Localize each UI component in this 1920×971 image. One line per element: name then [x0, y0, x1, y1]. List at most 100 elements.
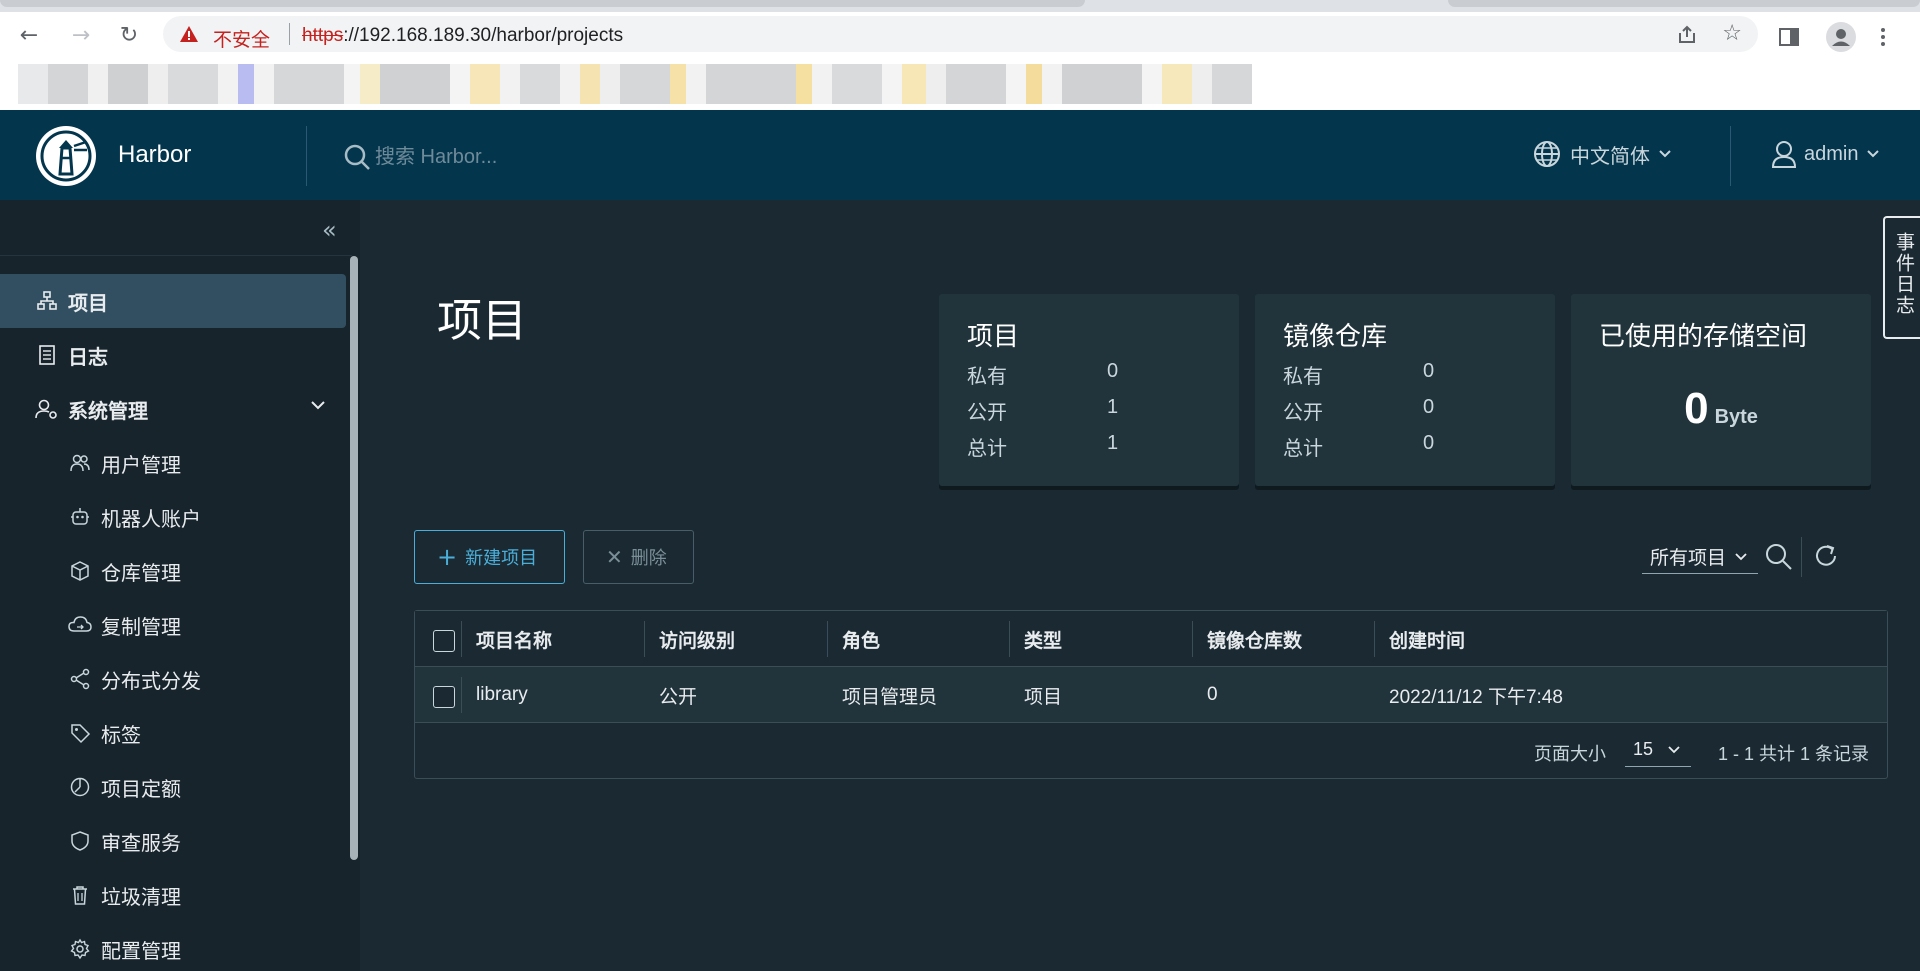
page-title: 项目 [437, 295, 528, 346]
sidebar-item-labels[interactable]: 标签 [0, 706, 346, 760]
sidebar-divider [0, 255, 352, 256]
warning-icon [180, 26, 198, 42]
card-row: 私有 0 [1283, 360, 1435, 388]
type: 项目 [1024, 686, 1063, 708]
sidebar-item-label: 分布式分发 [101, 670, 201, 693]
project-name-link[interactable]: library [476, 667, 528, 723]
sidebar-item-label: 仓库管理 [101, 562, 181, 585]
column-header[interactable]: 创建时间 [1389, 611, 1465, 667]
back-icon[interactable]: ← [16, 22, 42, 48]
sidebar-item-registries[interactable]: 仓库管理 [0, 544, 346, 598]
close-icon: ✕ [606, 545, 623, 569]
card-row: 公开 0 [1283, 396, 1435, 424]
replication-icon [67, 612, 93, 638]
event-log-tab[interactable]: 事件日志 [1883, 216, 1920, 339]
project-filter-select[interactable]: 所有项目 [1642, 540, 1758, 574]
registry-icon [67, 558, 93, 584]
select-all-checkbox[interactable] [433, 630, 455, 652]
card-row: 私有 0 [967, 360, 1119, 388]
language-label: 中文简体 [1570, 145, 1650, 168]
profile-icon[interactable] [1826, 22, 1856, 52]
column-header[interactable]: 镜像仓库数 [1207, 611, 1302, 667]
table-footer: 页面大小 15 1 - 1 共计 1 条记录 [415, 723, 1887, 779]
table-row[interactable]: library 公开 项目管理员 项目 0 2022/11/12 下午7:48 [415, 667, 1887, 723]
browser-tab[interactable] [1448, 0, 1920, 7]
share-icon[interactable] [1676, 24, 1698, 46]
search-icon[interactable] [1764, 542, 1794, 572]
column-header[interactable]: 类型 [1024, 611, 1062, 667]
column-header[interactable]: 角色 [842, 611, 880, 667]
language-selector[interactable]: 中文简体 [1532, 139, 1672, 169]
quota-icon [67, 774, 93, 800]
page-size-select[interactable]: 15 [1625, 733, 1691, 767]
scan-icon [67, 828, 93, 854]
collapse-sidebar-icon[interactable]: « [322, 216, 337, 244]
users-icon [67, 450, 93, 476]
chevron-down-icon [1867, 150, 1880, 158]
sidebar-item-logs[interactable]: 日志 [0, 328, 346, 382]
row-checkbox[interactable] [433, 686, 455, 708]
sidebar-item-label: 项目定额 [101, 778, 181, 801]
distribution-icon [67, 666, 93, 692]
sidebar-item-admin[interactable]: 系统管理 [0, 382, 346, 436]
sidebar-item-users[interactable]: 用户管理 [0, 436, 346, 490]
user-icon [1771, 141, 1797, 168]
robot-icon [67, 504, 93, 530]
chevron-down-icon [1668, 745, 1680, 753]
sidebar-item-label: 项目 [68, 292, 108, 315]
refresh-icon[interactable] [1812, 542, 1840, 570]
browser-menu-icon[interactable] [1879, 26, 1887, 48]
sidebar-item-robot-accounts[interactable]: 机器人账户 [0, 490, 346, 544]
sidebar-item-distributions[interactable]: 分布式分发 [0, 652, 346, 706]
harbor-logo[interactable] [36, 126, 96, 186]
new-project-button[interactable]: + 新建项目 [414, 530, 565, 584]
column-header[interactable]: 访问级别 [659, 611, 735, 667]
sidebar-item-label: 标签 [101, 724, 141, 747]
sidebar-item-label: 复制管理 [101, 616, 181, 639]
global-search[interactable] [343, 143, 695, 171]
sidebar-item-quotas[interactable]: 项目定额 [0, 760, 346, 814]
chevron-down-icon [1735, 552, 1747, 560]
repositories-summary-card: 镜像仓库 私有 0 公开 0 总计 0 [1255, 294, 1555, 486]
search-icon[interactable] [343, 143, 371, 171]
bookmark-star-icon[interactable]: ☆ [1722, 21, 1742, 46]
sidebar-item-label: 日志 [68, 346, 108, 369]
user-menu[interactable]: admin [1770, 139, 1880, 169]
search-input[interactable] [375, 145, 695, 169]
insecure-label: 不安全 [213, 29, 271, 51]
card-row: 总计 1 [967, 432, 1119, 460]
sidebar-item-config[interactable]: 配置管理 [0, 922, 346, 971]
card-row: 公开 1 [967, 396, 1119, 424]
delete-button[interactable]: ✕ 删除 [583, 530, 694, 584]
sidebar-item-gc[interactable]: 垃圾清理 [0, 868, 346, 922]
sidebar-item-projects[interactable]: 项目 [0, 274, 346, 328]
address-bar[interactable]: 不安全 https://192.168.189.30/harbor/projec… [163, 16, 1758, 52]
sidebar-item-label: 系统管理 [68, 400, 148, 423]
browser-tab[interactable] [0, 0, 1085, 7]
brand-name[interactable]: Harbor [118, 141, 191, 169]
side-panel-icon[interactable] [1778, 26, 1800, 48]
sidebar-item-label: 用户管理 [101, 454, 181, 477]
column-header[interactable]: 项目名称 [476, 611, 552, 667]
sidebar-item-replications[interactable]: 复制管理 [0, 598, 346, 652]
admin-icon [34, 396, 60, 422]
card-title: 镜像仓库 [1283, 321, 1388, 351]
trash-icon [67, 882, 93, 908]
storage-used: 0 Byte [1684, 384, 1758, 433]
creation-time: 2022/11/12 下午7:48 [1389, 686, 1563, 708]
bookmarks-bar [0, 56, 1920, 166]
forward-icon[interactable]: → [68, 22, 94, 48]
sidebar: « 项目 日志 系统管理 用户管理 机器人账户 仓库管理 复制管理 分布式分发 … [0, 200, 360, 971]
sidebar-item-label: 垃圾清理 [101, 886, 181, 909]
card-title: 已使用的存储空间 [1599, 321, 1808, 351]
sidebar-scroll-thumb[interactable] [350, 256, 358, 860]
sidebar-item-scanners[interactable]: 审查服务 [0, 814, 346, 868]
chevron-down-icon [1659, 150, 1671, 158]
sidebar-item-label: 审查服务 [101, 832, 181, 855]
url-text: https://192.168.189.30/harbor/projects [302, 25, 624, 46]
blurred-bookmarks [18, 64, 1458, 104]
sidebar-item-label: 机器人账户 [101, 508, 201, 531]
reload-icon[interactable]: ↻ [116, 22, 142, 48]
access-level: 公开 [659, 686, 698, 708]
gear-icon [67, 936, 93, 962]
